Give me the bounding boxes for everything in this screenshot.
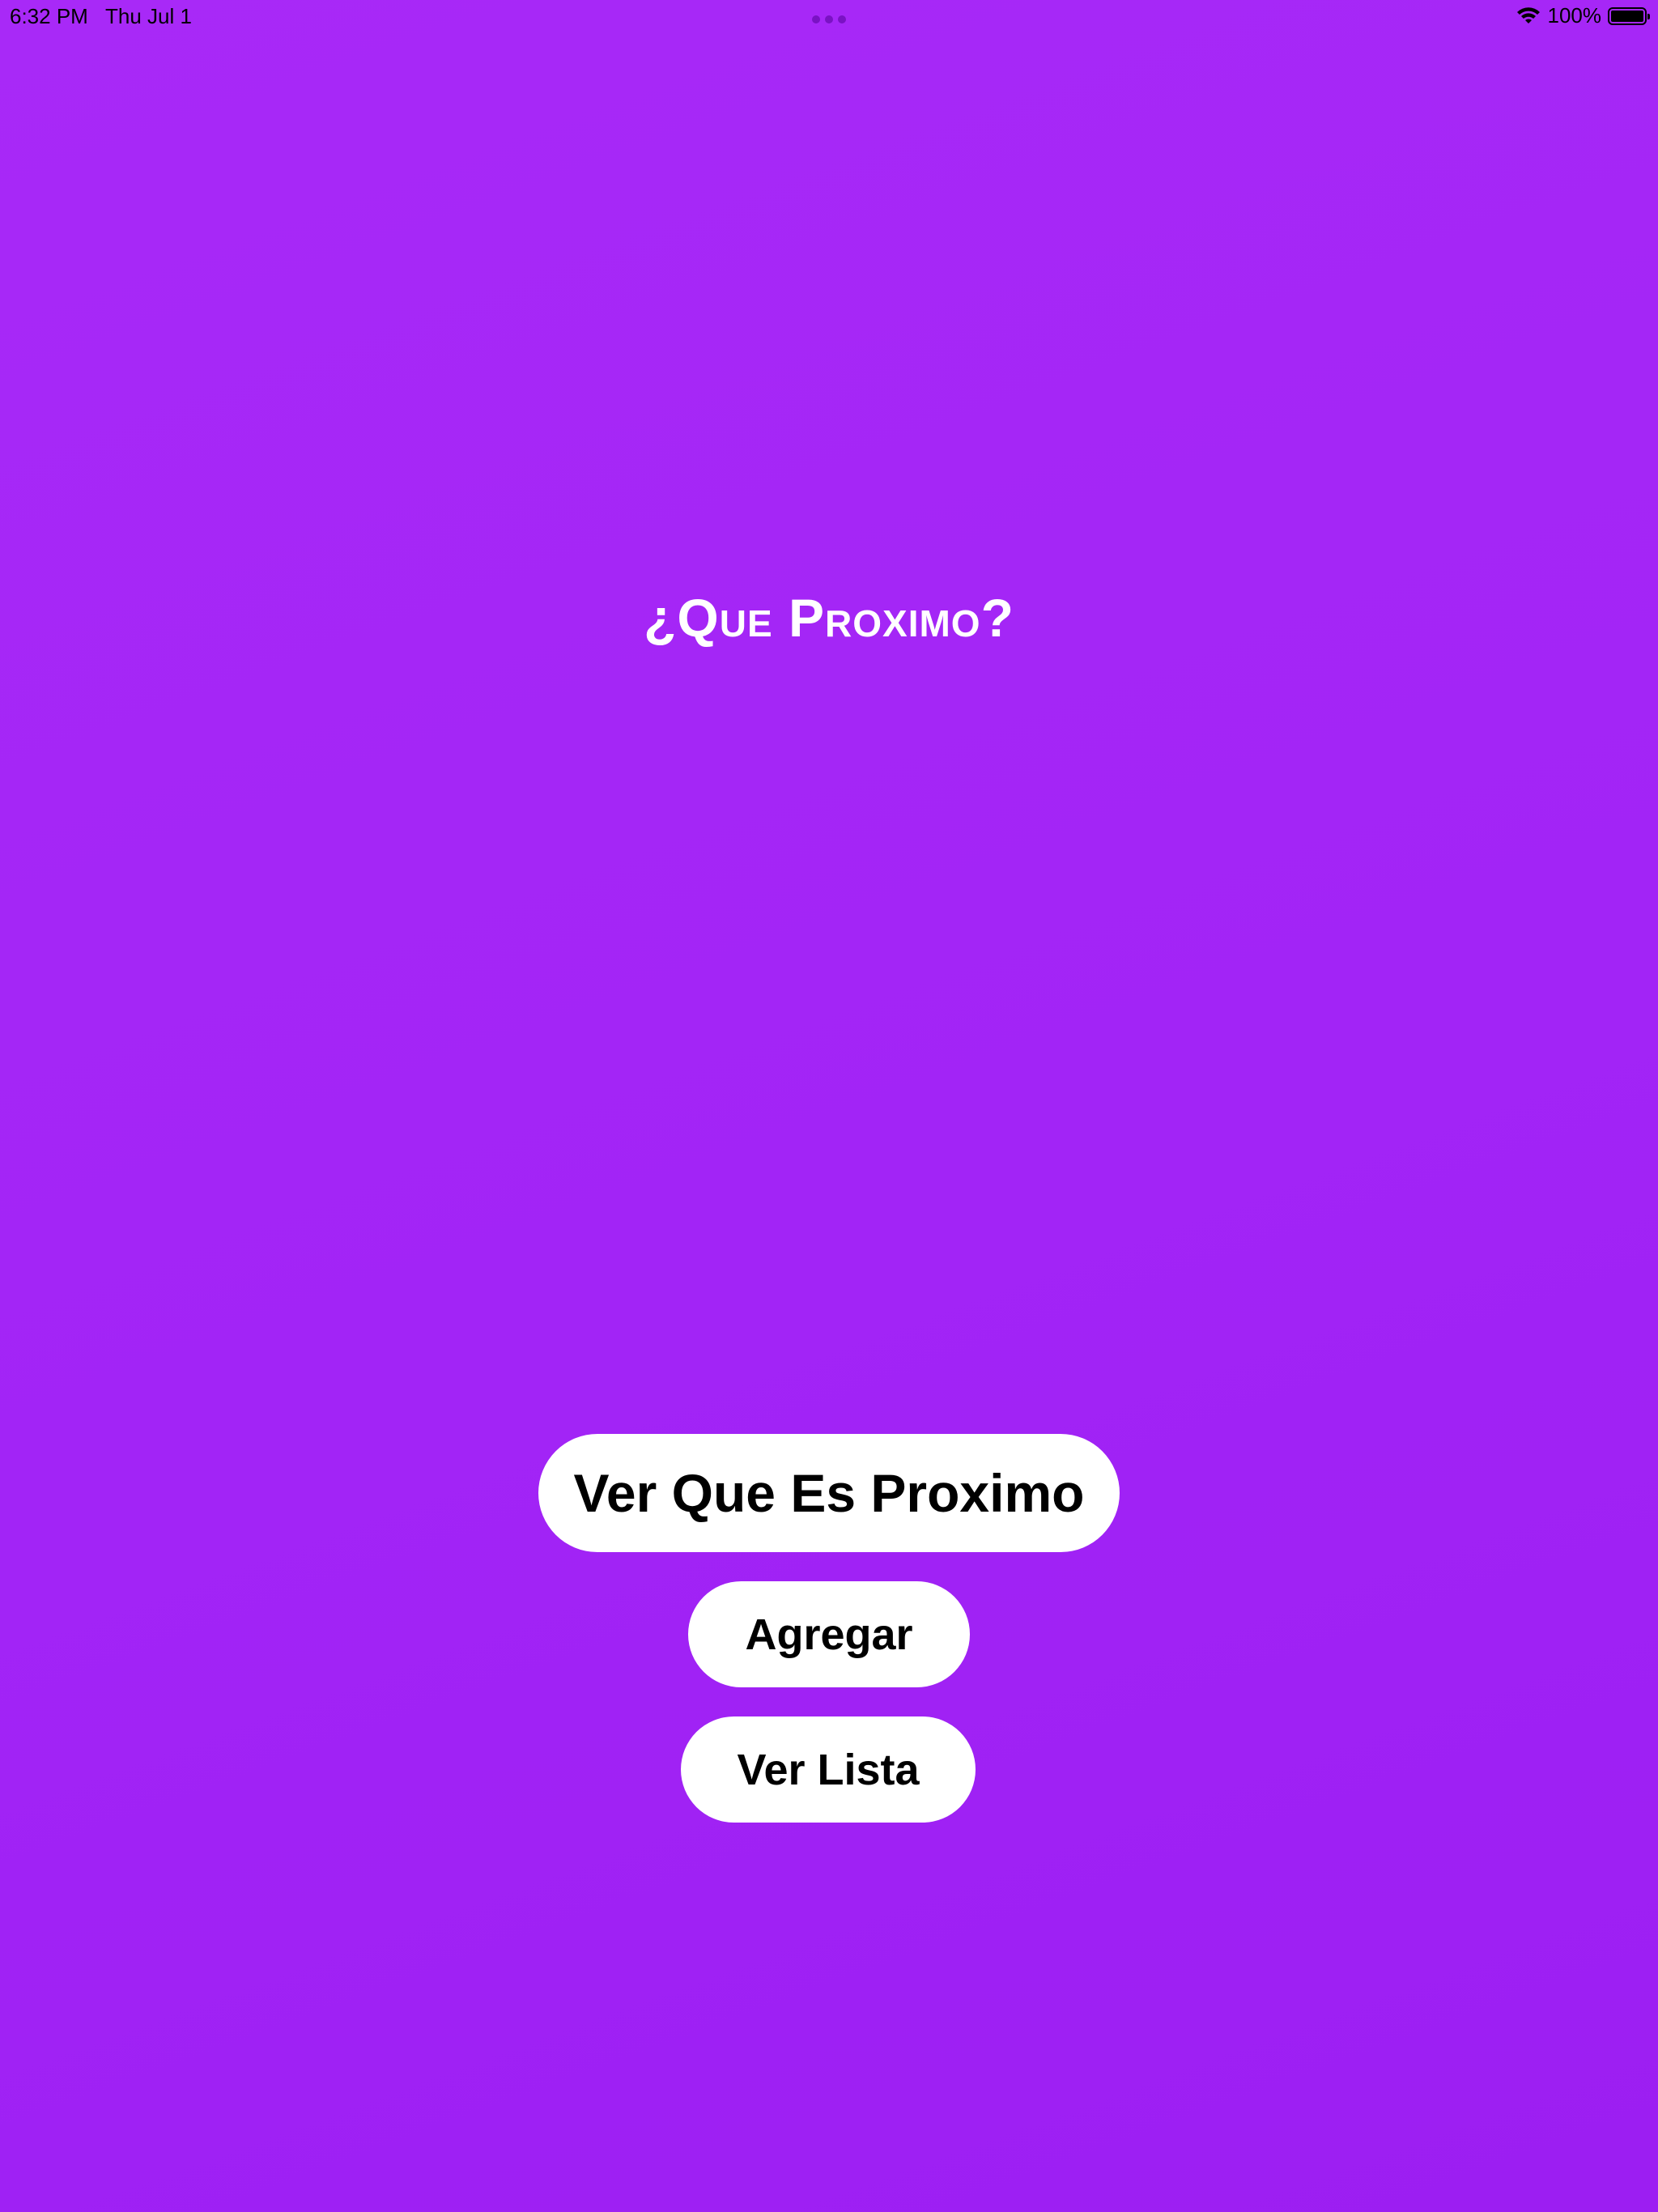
battery-fill	[1611, 10, 1643, 22]
status-bar: 6:32 PM Thu Jul 1 100%	[0, 0, 1658, 32]
wifi-icon	[1516, 6, 1540, 23]
app-title: ¿Que Proximo?	[644, 588, 1014, 648]
multitask-dots-icon[interactable]	[812, 15, 846, 23]
battery-icon	[1608, 6, 1650, 25]
dot	[812, 15, 820, 23]
view-next-button[interactable]: Ver Que Es Proximo	[538, 1434, 1120, 1552]
status-time: 6:32 PM	[10, 4, 88, 28]
status-indicators: 100%	[1516, 3, 1650, 28]
battery-percent: 100%	[1547, 3, 1602, 28]
dot	[838, 15, 846, 23]
status-date: Thu Jul 1	[105, 4, 192, 28]
view-list-button[interactable]: Ver Lista	[681, 1716, 976, 1823]
add-button[interactable]: Agregar	[688, 1581, 970, 1687]
dot	[825, 15, 833, 23]
